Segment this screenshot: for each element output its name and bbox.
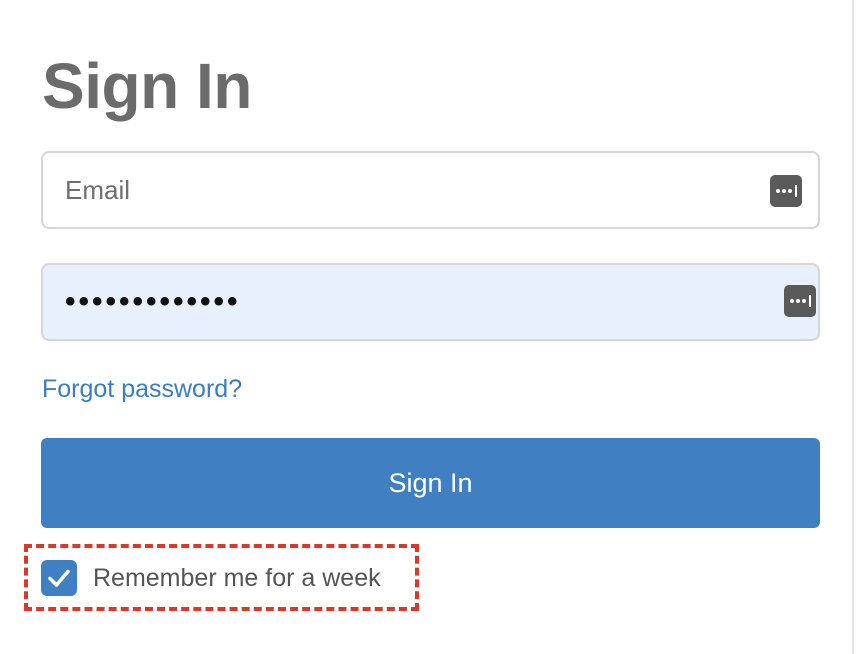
email-field-container — [41, 151, 820, 229]
remember-me-checkbox[interactable] — [41, 560, 77, 596]
panel-right-edge — [852, 0, 854, 654]
password-field-container — [41, 263, 820, 341]
remember-me-label: Remember me for a week — [93, 563, 381, 592]
password-manager-icon[interactable] — [784, 285, 816, 317]
remember-me-row[interactable]: Remember me for a week — [41, 559, 381, 597]
checkmark-icon — [48, 569, 70, 587]
password-input[interactable] — [43, 265, 818, 339]
forgot-password-link[interactable]: Forgot password? — [42, 373, 242, 405]
page-title: Sign In — [42, 50, 252, 122]
password-manager-icon[interactable] — [770, 175, 802, 207]
sign-in-button[interactable]: Sign In — [41, 438, 820, 528]
email-input[interactable] — [43, 153, 818, 227]
